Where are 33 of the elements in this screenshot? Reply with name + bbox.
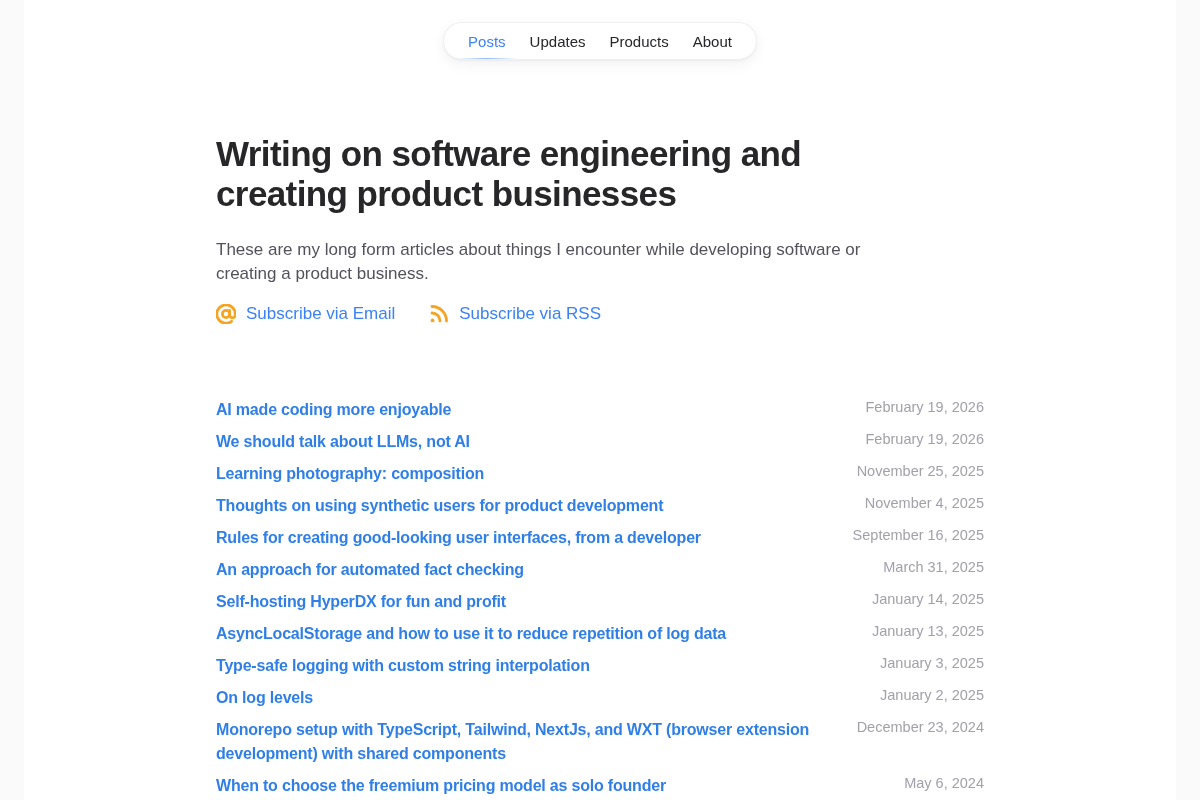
post-link[interactable]: Self-hosting HyperDX for fun and profit (216, 590, 506, 614)
rss-icon (429, 304, 450, 324)
post-link[interactable]: On log levels (216, 686, 313, 710)
post-link[interactable]: AI made coding more enjoyable (216, 398, 452, 422)
page-description: These are my long form articles about things I encounter while developing software or creating a product business. (216, 239, 862, 285)
post-link[interactable]: Rules for creating good-looking user interfaces, from a developer (216, 526, 701, 550)
rss-subscribe-link[interactable]: Subscribe via RSS (429, 302, 601, 326)
post-link[interactable]: An approach for automated fact checking (216, 558, 524, 582)
nav-tab[interactable]: Updates (517, 23, 598, 59)
nav-tab[interactable]: Products (597, 23, 681, 59)
post-link[interactable]: Type-safe logging with custom string interpolation (216, 654, 590, 678)
post-date: May 6, 2024 (904, 774, 984, 792)
page-title: Writing on software engineering and creating product businesses (216, 134, 803, 214)
post-date: January 3, 2025 (880, 654, 984, 672)
post-date: November 4, 2025 (864, 494, 984, 512)
nav-tab[interactable]: About (680, 23, 744, 59)
post-link[interactable]: When to choose the freemium pricing model as solo founder (216, 774, 666, 798)
post-date: December 23, 2024 (856, 718, 984, 736)
post-date: March 31, 2025 (883, 558, 984, 576)
post-date: January 2, 2025 (880, 686, 984, 704)
post-link[interactable]: We should talk about LLMs, not AI (216, 430, 470, 454)
post-date: January 13, 2025 (871, 622, 984, 640)
post-date: September 16, 2025 (852, 526, 984, 544)
post-link[interactable]: AsyncLocalStorage and how to use it to reduce repetition of log data (216, 622, 727, 646)
post-link[interactable]: Thoughts on using synthetic users for product development (216, 494, 664, 518)
post-date: February 19, 2026 (865, 430, 984, 448)
post-link[interactable]: Monorepo setup with TypeScript, Tailwind, NextJs, and WXT (browser extension development) with shared components (216, 718, 816, 766)
post-date: January 14, 2025 (871, 590, 984, 608)
at-sign-icon (216, 304, 236, 324)
email-subscribe-link[interactable]: Subscribe via Email (216, 302, 396, 326)
post-date: November 25, 2025 (856, 462, 984, 480)
post-date: February 19, 2026 (865, 398, 984, 416)
post-link[interactable]: Learning photography: composition (216, 462, 485, 486)
